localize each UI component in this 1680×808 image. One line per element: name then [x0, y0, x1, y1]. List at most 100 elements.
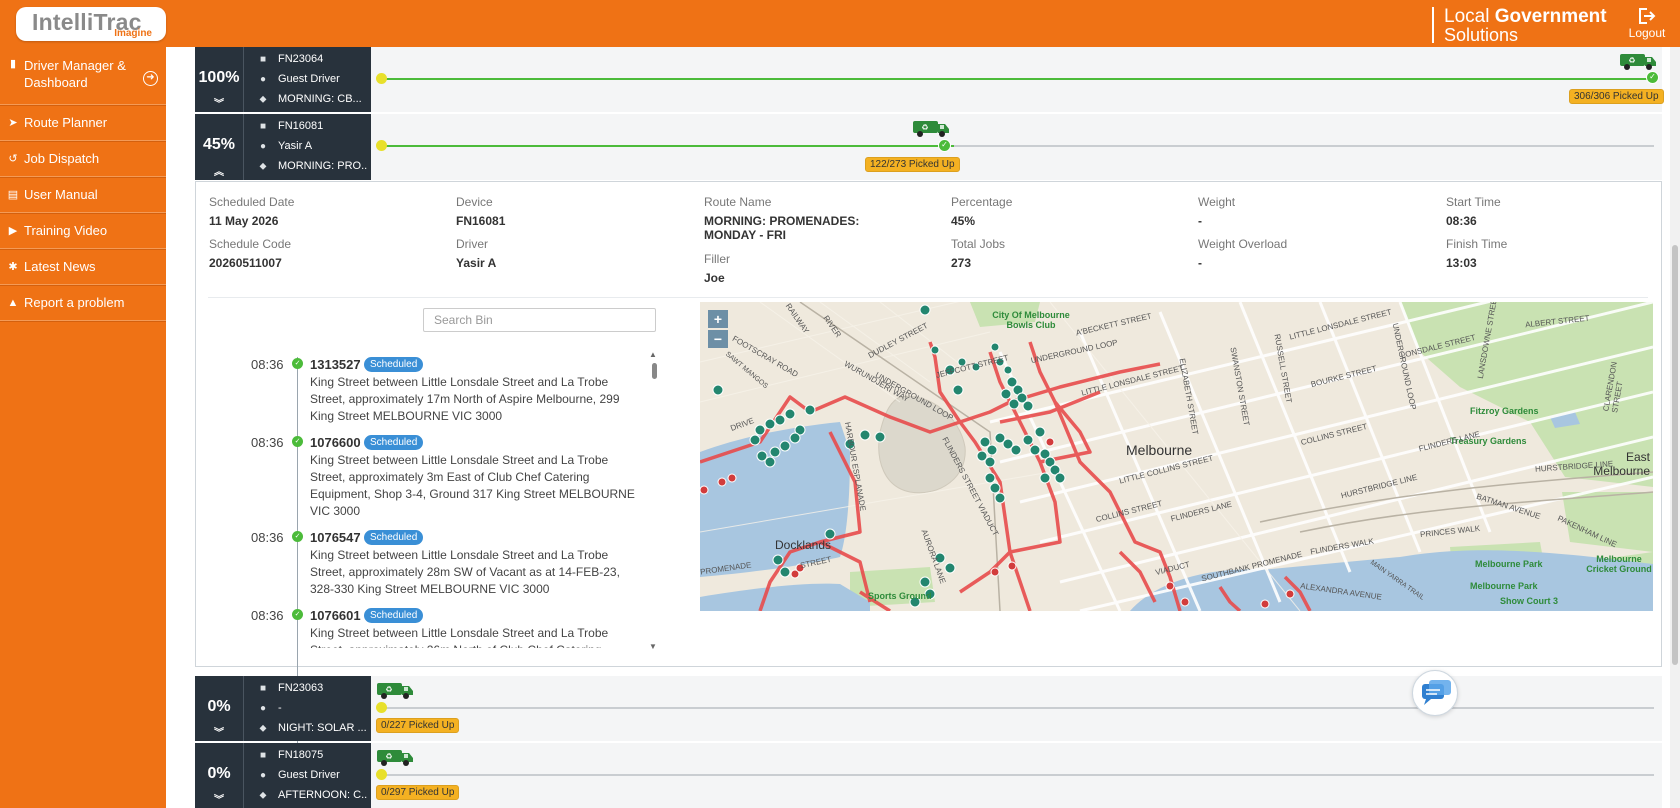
list-item[interactable]: 08:36 ✓ 1076600 Scheduled King Street be…: [196, 435, 656, 530]
progress-fill: [381, 78, 1654, 80]
map-label-melbourne-park-2: Melbourne Park: [1470, 581, 1538, 591]
map-street-southbank: SOUTHBANK PROMENADE: [1200, 549, 1304, 584]
map-street-jeffcott: JEFFCOTT STREET: [935, 353, 1010, 380]
start-time-value: 08:36: [1446, 214, 1477, 228]
weight-label: Weight: [1198, 195, 1236, 209]
map-street-alexandra: ALEXANDRA AVENUE: [1299, 581, 1383, 602]
map-street-bourke: BOURKE STREET: [1309, 363, 1378, 390]
job-address: King Street between Little Lonsdale Stre…: [310, 453, 635, 518]
sidebar-item-user-manual[interactable]: ▤ User Manual: [0, 177, 166, 213]
status-badge: Scheduled: [364, 608, 424, 623]
sidebar-item-label: Job Dispatch: [24, 151, 100, 166]
vehicle-card: 45% ︽ ■ FN16081 ● Yasir A ⬥ MORNING: PRO...: [195, 114, 371, 180]
chat-bubble-icon: [1422, 680, 1451, 705]
map-street-flinders-walk: FLINDERS WALK: [1309, 536, 1375, 557]
logout-button[interactable]: Logout: [1622, 7, 1672, 43]
map-street-promenade: PROMENADE: [700, 560, 752, 577]
weight-value: -: [1198, 214, 1202, 228]
sidebar-item-driver-manager[interactable]: ▮ Driver Manager & Dashboard ➜: [0, 47, 166, 105]
vehicle-row[interactable]: 0% ︾ ■ FN18075 ● Guest Driver ⬥ AFTERNOON: …: [195, 743, 1662, 808]
vehicle-card: 0% ︾ ■ FN23063 ● - ⬥ NIGHT: SOLAR ...: [195, 676, 371, 741]
svg-text:♻: ♻: [385, 752, 392, 761]
check-circle-icon: ✓: [292, 358, 303, 369]
job-list[interactable]: 08:36 ✓ 1313527 Scheduled King Street be…: [196, 345, 656, 648]
percentage-value: 45%: [951, 214, 976, 228]
sidebar-item-label: Latest News: [24, 259, 96, 274]
logo-sub-text: Imagine: [114, 28, 152, 39]
percentage-value: 100%: [198, 69, 240, 86]
history-icon: ↺: [8, 153, 18, 165]
vehicle-card: 0% ︾ ■ FN18075 ● Guest Driver ⬥ AFTERNOON: …: [195, 743, 371, 808]
map-street-lonsdale: LONSDALE STREET: [1400, 332, 1477, 361]
route-name: MORNING: PRO...: [278, 160, 368, 172]
list-item[interactable]: 08:36 ✓ 1076601 Scheduled King Street be…: [196, 608, 656, 648]
garbage-truck-icon[interactable]: ♻: [912, 118, 950, 138]
scroll-down-arrow-icon[interactable]: ▼: [649, 642, 657, 651]
completed-check-icon: ✓: [1646, 71, 1659, 84]
job-address: King Street between Little Lonsdale Stre…: [310, 375, 620, 423]
garbage-truck-icon[interactable]: ♻: [376, 680, 414, 700]
search-bin-input[interactable]: [423, 308, 656, 332]
vehicle-row[interactable]: 100% ︾ ■ FN23064 ● Guest Driver ⬥ MORNING: …: [195, 47, 1664, 112]
weight-overload-value: -: [1198, 256, 1202, 270]
map-street-hurstbridge: HURSTBRIDGE LINE: [1340, 472, 1419, 501]
map-labels: Melbourne East Melbourne Docklands City …: [700, 302, 1653, 611]
map-street-batman: BATMAN AVENUE: [1475, 491, 1542, 522]
sidebar-item-job-dispatch[interactable]: ↺ Job Dispatch: [0, 141, 166, 177]
map-label-melbourne: Melbourne: [1126, 442, 1193, 458]
book-icon: ▮: [9, 58, 17, 70]
vehicle-info: ■ FN18075 ● Guest Driver ⬥ AFTERNOON: C...: [243, 743, 371, 808]
map-street-underground-loop-3: UNDERGROUND LOOP: [1390, 322, 1418, 411]
start-dot: [376, 769, 387, 780]
svg-text:♻: ♻: [1628, 56, 1635, 65]
local-government-solutions-brand: Local Government Solutions: [1432, 7, 1612, 44]
intellitrac-logo[interactable]: IntelliTrac Imagine: [16, 7, 166, 41]
divider: [208, 297, 1648, 298]
start-dot: [376, 73, 387, 84]
map-label-bowls-club: City Of Melbourne Bowls Club: [992, 310, 1070, 330]
route-name-label: Route Name: [704, 195, 772, 209]
picked-up-badge: 0/297 Picked Up: [376, 785, 460, 800]
map-street-flinders-viaduct: FLINDERS STREET VIADUCT: [940, 435, 1001, 538]
expand-chevron-icon[interactable]: ︾: [195, 791, 243, 806]
page-scrollbar-thumb[interactable]: [1672, 245, 1678, 665]
sidebar-item-report-problem[interactable]: ▲ Report a problem: [0, 285, 166, 321]
sidebar-item-latest-news[interactable]: ✱ Latest News: [0, 249, 166, 285]
map-zoom-in-button[interactable]: +: [708, 310, 728, 328]
vehicle-row[interactable]: 45% ︽ ■ FN16081 ● Yasir A ⬥ MORNING: PRO...…: [195, 114, 1662, 180]
vehicle-info: ■ FN23063 ● - ⬥ NIGHT: SOLAR ...: [243, 676, 371, 741]
map-street-little-lonsdale: LITTLE LONSDALE STREET: [1080, 363, 1185, 398]
check-circle-icon: ✓: [292, 609, 303, 620]
check-circle-icon: ✓: [292, 436, 303, 447]
route-map[interactable]: Melbourne East Melbourne Docklands City …: [700, 302, 1653, 611]
garbage-truck-icon[interactable]: ♻: [1619, 51, 1657, 71]
job-list-scrollbar[interactable]: [652, 363, 657, 379]
expand-chevron-icon[interactable]: ︾: [195, 95, 243, 110]
job-code: 1313527: [310, 357, 361, 372]
map-street-aurora: AURORA LANE: [919, 528, 948, 585]
collapse-chevron-icon[interactable]: ︽: [195, 163, 243, 178]
fleet-number: FN18075: [278, 749, 324, 761]
chat-button[interactable]: [1412, 670, 1458, 716]
sidebar-item-label: Training Video: [24, 223, 108, 238]
job-code: 1076600: [310, 435, 361, 450]
driver-value: Yasir A: [456, 256, 497, 270]
vehicle-percentage: 100% ︾: [195, 47, 243, 112]
status-badge: Scheduled: [364, 530, 424, 545]
map-street-albert: ALBERT STREET: [1524, 313, 1590, 330]
map-zoom-out-button[interactable]: −: [708, 330, 728, 348]
percentage-value: 0%: [207, 698, 231, 715]
garbage-truck-icon[interactable]: ♻: [376, 747, 414, 767]
map-street-flinders-lane: FLINDERS LANE: [1169, 499, 1233, 524]
map-label-melbourne-park: Melbourne Park: [1475, 559, 1543, 569]
vehicle-info: ■ FN23064 ● Guest Driver ⬥ MORNING: CB...: [243, 47, 371, 112]
sidebar-item-training-video[interactable]: ▶ Training Video: [0, 213, 166, 249]
expand-chevron-icon[interactable]: ︾: [195, 724, 243, 739]
list-item[interactable]: 08:36 ✓ 1076547 Scheduled King Street be…: [196, 530, 656, 608]
route-name: AFTERNOON: C...: [278, 789, 368, 801]
sidebar-item-label: Report a problem: [24, 295, 125, 310]
sidebar-item-route-planner[interactable]: ➤ Route Planner: [0, 105, 166, 141]
scroll-up-arrow-icon[interactable]: ▲: [649, 350, 657, 359]
map-marker-icon: ⬥: [259, 790, 267, 801]
list-item[interactable]: 08:36 ✓ 1313527 Scheduled King Street be…: [196, 357, 656, 437]
